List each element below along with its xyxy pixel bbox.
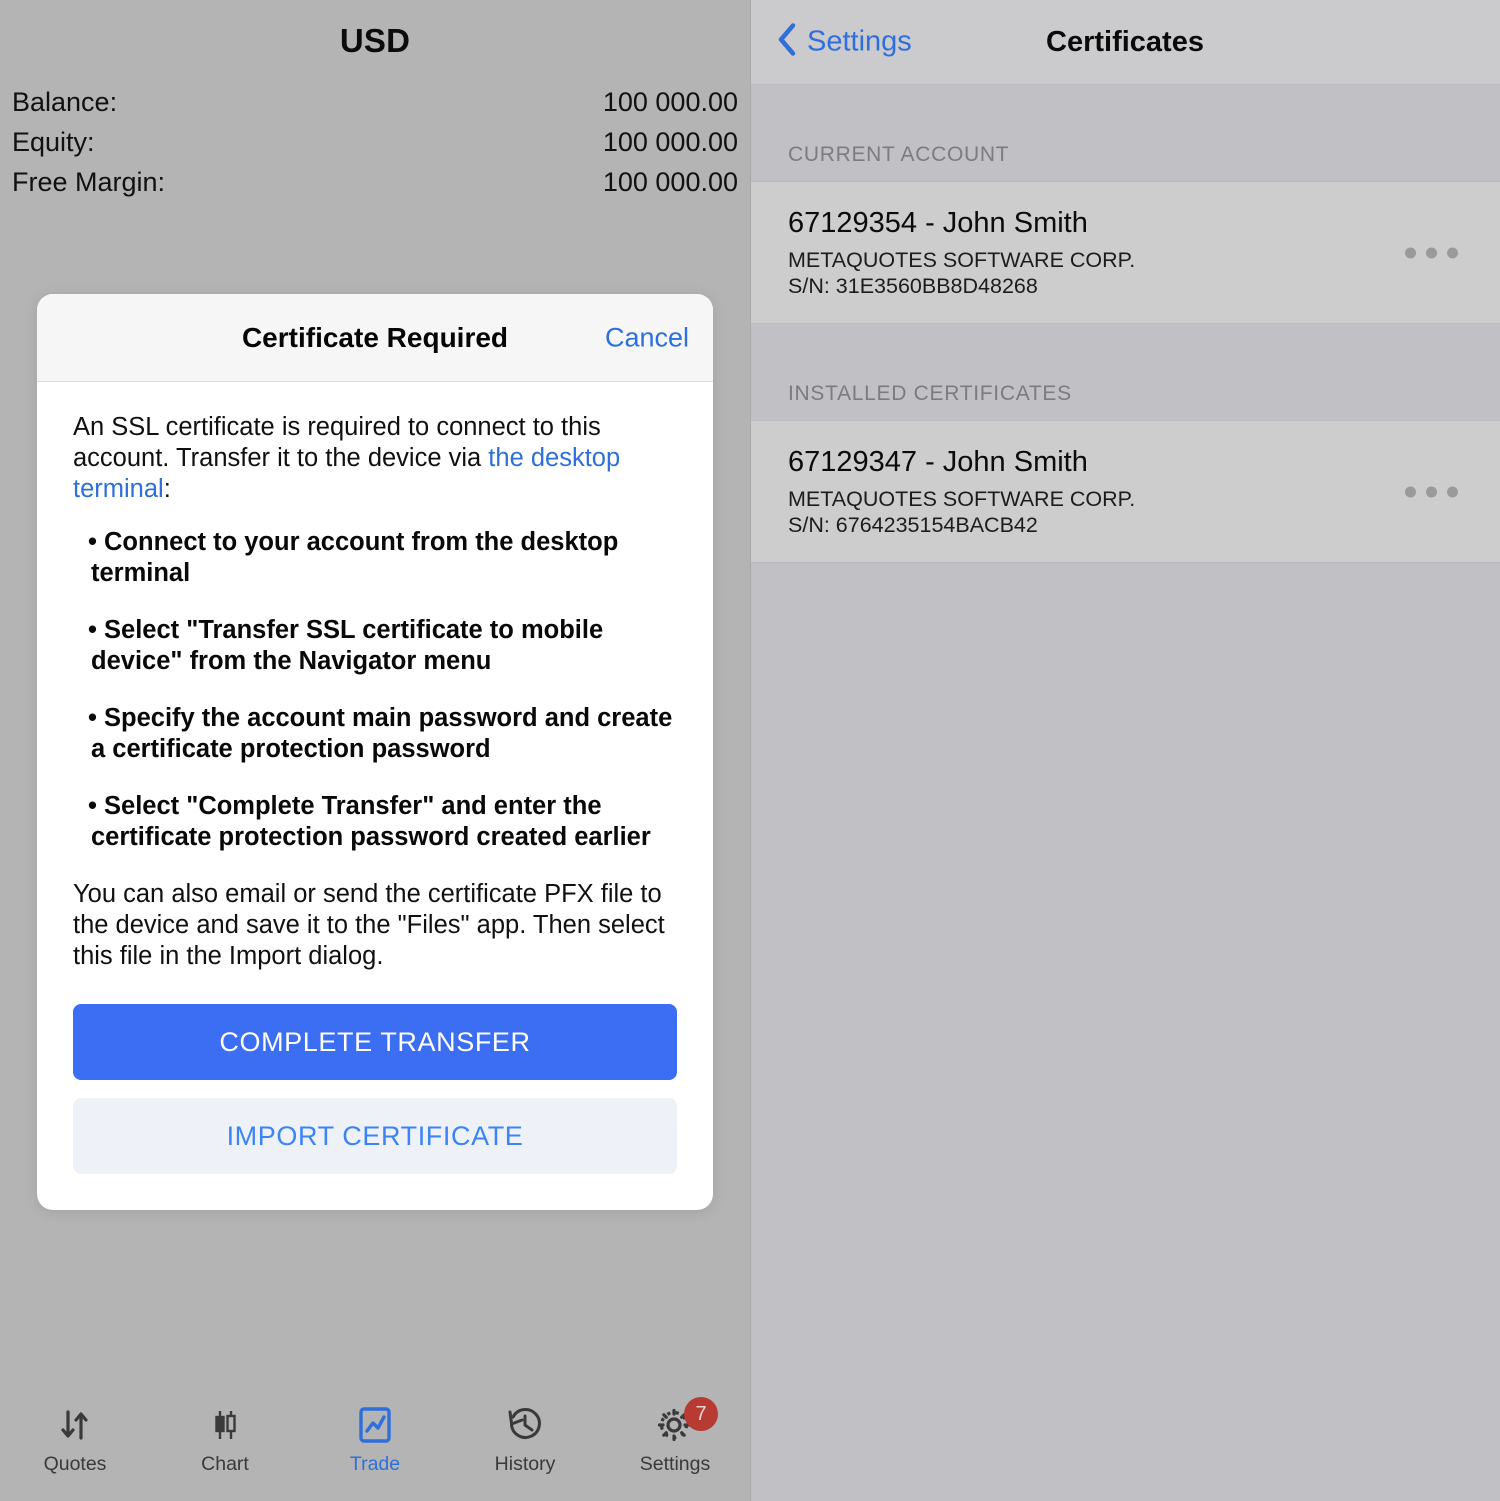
chart-square-icon: [354, 1403, 396, 1447]
arrows-up-down-icon: [55, 1403, 95, 1447]
dialog-cancel-button[interactable]: Cancel: [605, 322, 689, 353]
dialog-body: An SSL certificate is required to connec…: [37, 382, 713, 972]
certificates-screen: Settings Certificates CURRENT ACCOUNT 67…: [750, 0, 1500, 1501]
import-certificate-button[interactable]: IMPORT CERTIFICATE: [73, 1098, 677, 1174]
account-currency-title: USD: [339, 22, 411, 59]
list-item: • Select "Complete Transfer" and enter t…: [88, 792, 651, 851]
section-header-current-account: CURRENT ACCOUNT: [750, 85, 1500, 181]
chevron-left-icon: [776, 22, 798, 63]
certificate-serial: S/N: 31E3560BB8D48268: [788, 274, 1038, 298]
tab-chart[interactable]: Chart: [150, 1403, 300, 1476]
candlestick-icon: [205, 1403, 245, 1447]
tab-settings[interactable]: 7 Settings: [600, 1397, 750, 1476]
tab-quotes[interactable]: Quotes: [0, 1403, 150, 1476]
tab-label: Quotes: [43, 1453, 107, 1475]
app-screen: USD Balance: 100 000.00 Equity: 100 000.…: [0, 0, 1500, 1501]
table-row[interactable]: 67129347 - John Smith METAQUOTES SOFTWAR…: [750, 420, 1500, 563]
dialog-outro-text: You can also email or send the certifica…: [73, 880, 665, 970]
bottom-tab-bar: Quotes Chart Trade History 7 Settings: [0, 1391, 750, 1501]
ellipsis-icon[interactable]: [1405, 247, 1458, 258]
intro-text-part2: :: [163, 475, 171, 503]
stat-value: 100 000.00: [602, 87, 738, 117]
certificate-serial: S/N: 6764235154BACB42: [788, 513, 1038, 537]
stat-value: 100 000.00: [602, 167, 738, 197]
status-badge: 7: [684, 1397, 718, 1431]
tab-trade[interactable]: Trade: [300, 1403, 450, 1476]
back-to-settings-button[interactable]: Settings: [776, 22, 912, 63]
account-stats: Balance: 100 000.00 Equity: 100 000.00 F…: [0, 82, 750, 202]
list-item: • Select "Transfer SSL certificate to mo…: [88, 616, 604, 675]
certificate-name: 67129347 - John Smith: [788, 446, 1088, 478]
page-title: Certificates: [1046, 25, 1204, 58]
list-item: • Connect to your account from the deskt…: [88, 528, 619, 587]
list-item: • Specify the account main password and …: [88, 704, 673, 763]
stat-row-equity: Equity: 100 000.00: [12, 122, 738, 162]
stat-label: Equity:: [12, 127, 95, 157]
pane-divider: [750, 0, 751, 1501]
tab-label: History: [494, 1453, 556, 1475]
dialog-header: Certificate Required Cancel: [37, 294, 713, 382]
dialog-title: Certificate Required: [241, 321, 509, 353]
certificate-org: METAQUOTES SOFTWARE CORP.: [788, 487, 1136, 511]
section-header-installed-certificates: INSTALLED CERTIFICATES: [750, 324, 1500, 420]
certificate-name: 67129354 - John Smith: [788, 207, 1088, 239]
stat-row-free-margin: Free Margin: 100 000.00: [12, 162, 738, 202]
trade-screen: USD Balance: 100 000.00 Equity: 100 000.…: [0, 0, 750, 1501]
table-row[interactable]: 67129354 - John Smith METAQUOTES SOFTWAR…: [750, 181, 1500, 324]
tab-label: Chart: [201, 1453, 249, 1475]
back-label: Settings: [807, 25, 912, 58]
tab-label: Trade: [349, 1453, 401, 1475]
stat-label: Balance:: [12, 87, 118, 117]
stat-value: 100 000.00: [602, 127, 738, 157]
navigation-bar: Settings Certificates: [750, 0, 1500, 85]
ellipsis-icon[interactable]: [1405, 486, 1458, 497]
complete-transfer-button[interactable]: COMPLETE TRANSFER: [73, 1004, 677, 1080]
tab-label: Settings: [639, 1453, 711, 1475]
certificate-org: METAQUOTES SOFTWARE CORP.: [788, 248, 1136, 272]
certificate-required-dialog: Certificate Required Cancel An SSL certi…: [37, 294, 713, 1210]
instruction-list: • Connect to your account from the deskt…: [73, 527, 677, 853]
dialog-intro-text: An SSL certificate is required to connec…: [73, 412, 677, 505]
stat-row-balance: Balance: 100 000.00: [12, 82, 738, 122]
gear-icon: 7: [654, 1397, 718, 1447]
tab-history[interactable]: History: [450, 1403, 600, 1476]
clock-history-icon: [503, 1403, 547, 1447]
stat-label: Free Margin:: [12, 167, 166, 197]
dialog-actions: COMPLETE TRANSFER IMPORT CERTIFICATE: [37, 972, 713, 1210]
